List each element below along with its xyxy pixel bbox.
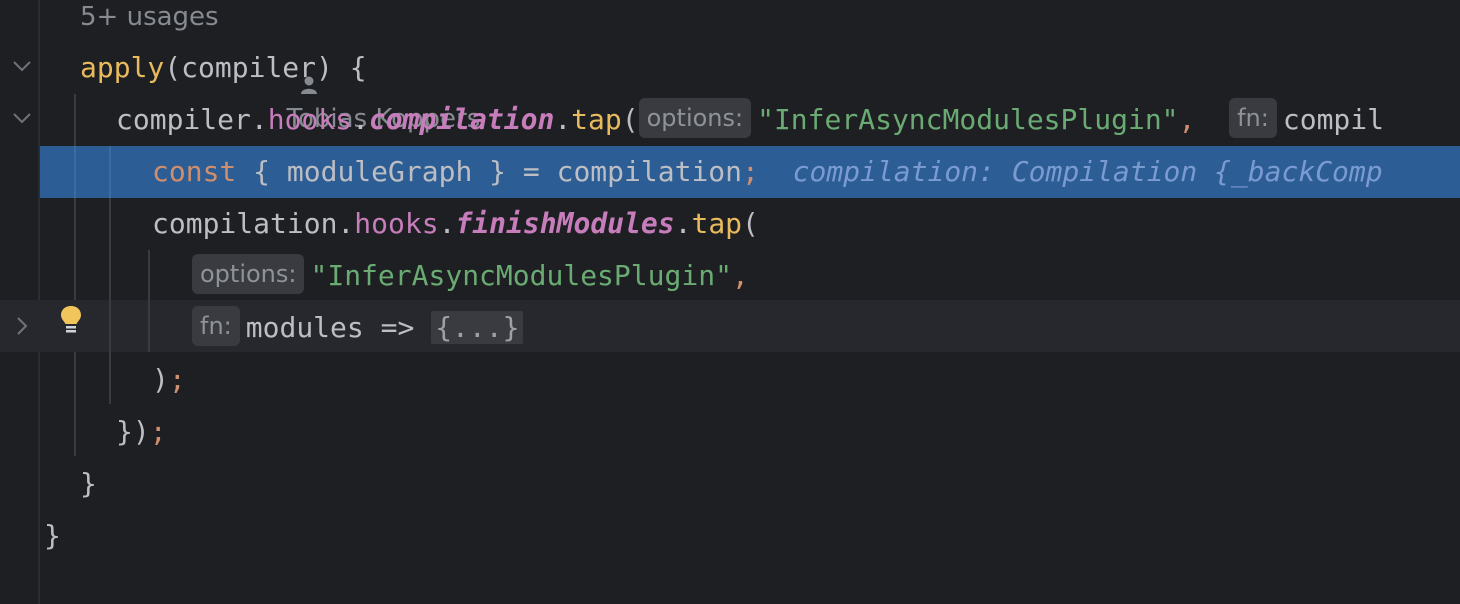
code-line-9[interactable]: } — [80, 458, 97, 510]
chevron-down-icon[interactable] — [10, 106, 34, 130]
code-line-5[interactable]: options: "InferAsyncModulesPlugin", — [192, 250, 749, 302]
parameter-hint-fn: fn: — [1229, 98, 1277, 138]
chevron-right-icon[interactable] — [10, 314, 34, 338]
indent-guide — [148, 300, 150, 352]
code-line-4[interactable]: compilation.hooks.finishModules.tap( — [152, 198, 759, 250]
code-line-10[interactable]: } — [44, 510, 61, 562]
folded-region[interactable]: {...} — [431, 311, 524, 344]
inlay-type-hint: compilation: Compilation {_backComp — [792, 155, 1383, 188]
author-annotation[interactable]: Tobias Koppers — [250, 0, 480, 134]
code-line-2[interactable]: compiler.hooks.compilation.tap(options: "… — [116, 94, 1384, 146]
chevron-down-icon[interactable] — [10, 54, 34, 78]
indent-guide — [109, 146, 111, 198]
parameter-hint-options: options: — [192, 254, 305, 294]
indent-guide — [109, 300, 111, 352]
code-line-3[interactable]: const { moduleGraph } = compilation; com… — [152, 146, 1383, 198]
parameter-hint-fn: fn: — [192, 306, 240, 346]
usages-link[interactable]: 5+ usages — [80, 0, 219, 34]
indent-guide — [74, 146, 76, 198]
code-line-7[interactable]: ); — [152, 354, 186, 406]
lightbulb-icon[interactable] — [58, 304, 84, 340]
code-line-1[interactable]: apply(compiler) { — [80, 42, 367, 94]
code-line-8[interactable]: }); — [116, 406, 167, 458]
parameter-hint-options: options: — [638, 98, 752, 138]
code-line-6[interactable]: fn: modules => {...} — [192, 302, 524, 354]
